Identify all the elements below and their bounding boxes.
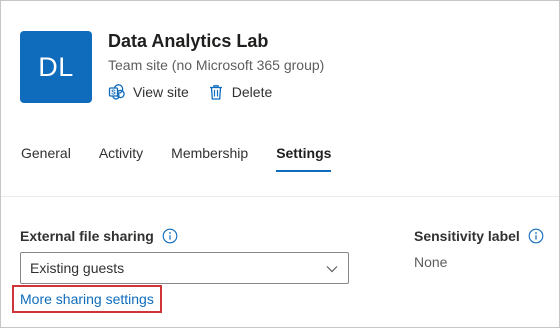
sensitivity-label: Sensitivity label bbox=[414, 228, 544, 244]
trash-icon bbox=[207, 83, 225, 101]
info-icon[interactable] bbox=[528, 228, 544, 244]
delete-button[interactable]: Delete bbox=[207, 83, 272, 101]
site-initials: DL bbox=[38, 51, 74, 82]
sensitivity-label-text: Sensitivity label bbox=[414, 228, 520, 244]
chevron-down-icon bbox=[325, 262, 339, 276]
view-site-label: View site bbox=[133, 84, 189, 100]
site-title: Data Analytics Lab bbox=[108, 31, 269, 51]
delete-label: Delete bbox=[231, 84, 273, 100]
tab-settings[interactable]: Settings bbox=[276, 145, 332, 172]
tab-divider bbox=[1, 196, 559, 197]
external-sharing-dropdown[interactable]: Existing guests bbox=[20, 252, 349, 284]
tab-general[interactable]: General bbox=[21, 145, 71, 172]
tab-activity[interactable]: Activity bbox=[99, 145, 143, 172]
svg-text:S: S bbox=[111, 90, 116, 97]
sharepoint-icon: S bbox=[108, 83, 126, 101]
tab-membership[interactable]: Membership bbox=[171, 145, 248, 172]
info-icon[interactable] bbox=[162, 228, 178, 244]
external-sharing-label-text: External file sharing bbox=[20, 228, 154, 244]
site-avatar: DL bbox=[20, 31, 92, 103]
sensitivity-value: None bbox=[414, 254, 448, 270]
site-details-panel: DL Data Analytics Lab Team site (no Micr… bbox=[0, 0, 560, 328]
view-site-button[interactable]: S View site bbox=[108, 83, 189, 101]
more-sharing-settings-link[interactable]: More sharing settings bbox=[20, 291, 154, 307]
external-sharing-selected: Existing guests bbox=[30, 260, 125, 276]
site-subtitle: Team site (no Microsoft 365 group) bbox=[108, 57, 325, 73]
site-actions: S View site Delete bbox=[108, 81, 272, 103]
external-sharing-label: External file sharing bbox=[20, 228, 178, 244]
tab-bar: General Activity Membership Settings bbox=[21, 145, 332, 177]
